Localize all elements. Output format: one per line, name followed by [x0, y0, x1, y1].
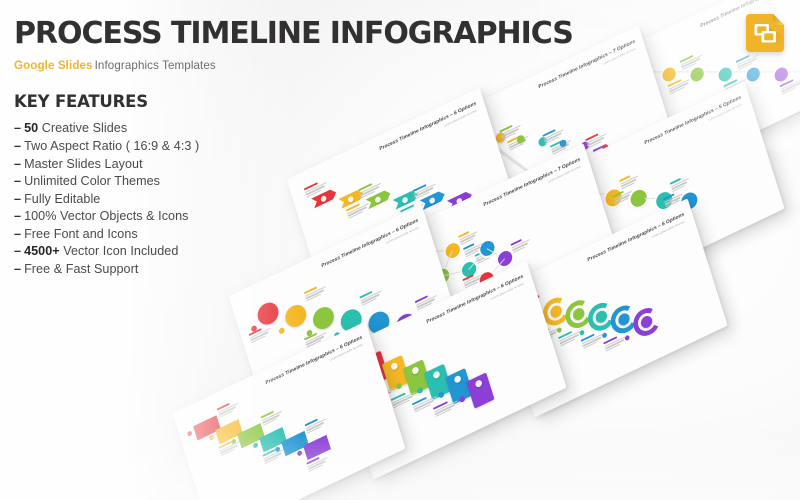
feature-dash: – [14, 121, 22, 136]
feature-dash: – [14, 262, 22, 277]
subtitle-brand: Google Slides [14, 59, 93, 73]
ribbon-segment [237, 423, 265, 449]
speech-card [466, 372, 495, 409]
feature-dash: – [14, 138, 22, 153]
feature-emphasis: 50 [24, 121, 39, 136]
feature-label: Fully Editable [24, 191, 101, 206]
circle-step [282, 301, 309, 331]
step-bullet [208, 434, 215, 441]
feature-item: –100% Vector Objects & Icons [14, 208, 284, 226]
feature-label: Unlimited Color Themes [24, 174, 161, 189]
features-heading: KEY FEATURES [14, 92, 148, 112]
slide-text-block [359, 287, 383, 308]
feature-dash: – [14, 191, 22, 206]
slide-subtitle: Lorem ipsum dolor sit amet [764, 0, 798, 5]
subtitle: Google Slides Infographics Templates [14, 59, 284, 72]
step-bullet [395, 382, 403, 391]
step-bullet [252, 442, 259, 449]
feature-label: Two Aspect Ratio ( 16:9 & 4:3 ) [24, 138, 200, 153]
feature-label: 100% Vector Objects & Icons [24, 209, 189, 224]
feature-label: Master Slides Layout [24, 156, 143, 171]
arrow-ribbon [186, 373, 330, 500]
feature-dash: – [14, 174, 22, 189]
step-bullet [458, 395, 466, 404]
google-slides-icon [743, 11, 787, 55]
feature-item: – Unlimited Color Themes [14, 173, 284, 191]
feature-dash: – [14, 244, 22, 259]
slide-title: Process Timeline Infographics – 6 Option… [378, 100, 478, 153]
ribbon-segment [281, 431, 309, 457]
connector-line [701, 71, 719, 73]
circle-step [688, 65, 706, 84]
info-panel: PROCESS TIMELINE INFOGRAPHICS Google Sli… [14, 16, 574, 279]
feature-item: – Fully Editable [14, 191, 284, 209]
feature-dash: – [14, 156, 22, 171]
feature-label: Creative Slides [41, 121, 128, 136]
slide-text-block [510, 236, 531, 255]
step-bullet [186, 430, 193, 437]
step-bullet [416, 386, 424, 395]
step-bullet [296, 449, 303, 457]
feature-dash: – [14, 209, 22, 224]
features-list: –50 Creative Slides – Two Aspect Ratio ( 1… [14, 120, 284, 278]
slide-graphic-chevron-diagonal [296, 97, 478, 222]
slide-text-block [303, 282, 328, 303]
feature-item: –50 Creative Slides [14, 120, 284, 138]
connector-line [757, 71, 775, 73]
feature-label: Free Font and Icons [24, 226, 138, 241]
ribbon-segment [193, 415, 221, 441]
feature-item: – Two Aspect Ratio ( 16:9 & 4:3 ) [14, 138, 284, 156]
feature-emphasis: 4500+ [24, 244, 60, 259]
feature-label: Vector Icon Included [63, 244, 179, 259]
feature-item: – Free Font and Icons [14, 226, 284, 244]
step-bullet [278, 326, 286, 335]
subtitle-rest: Infographics Templates [94, 59, 216, 73]
feature-dash: – [14, 226, 22, 241]
feature-item: – Master Slides Layout [14, 156, 284, 174]
page-title: PROCESS TIMELINE INFOGRAPHICS [14, 16, 574, 51]
circle-step [744, 65, 762, 84]
feature-label: Free & Fast Support [24, 262, 139, 277]
feature-item: – Free & Fast Support [14, 261, 284, 279]
step-bullet [437, 390, 445, 399]
feature-item: –4500+ Vector Icon Included [14, 243, 284, 261]
